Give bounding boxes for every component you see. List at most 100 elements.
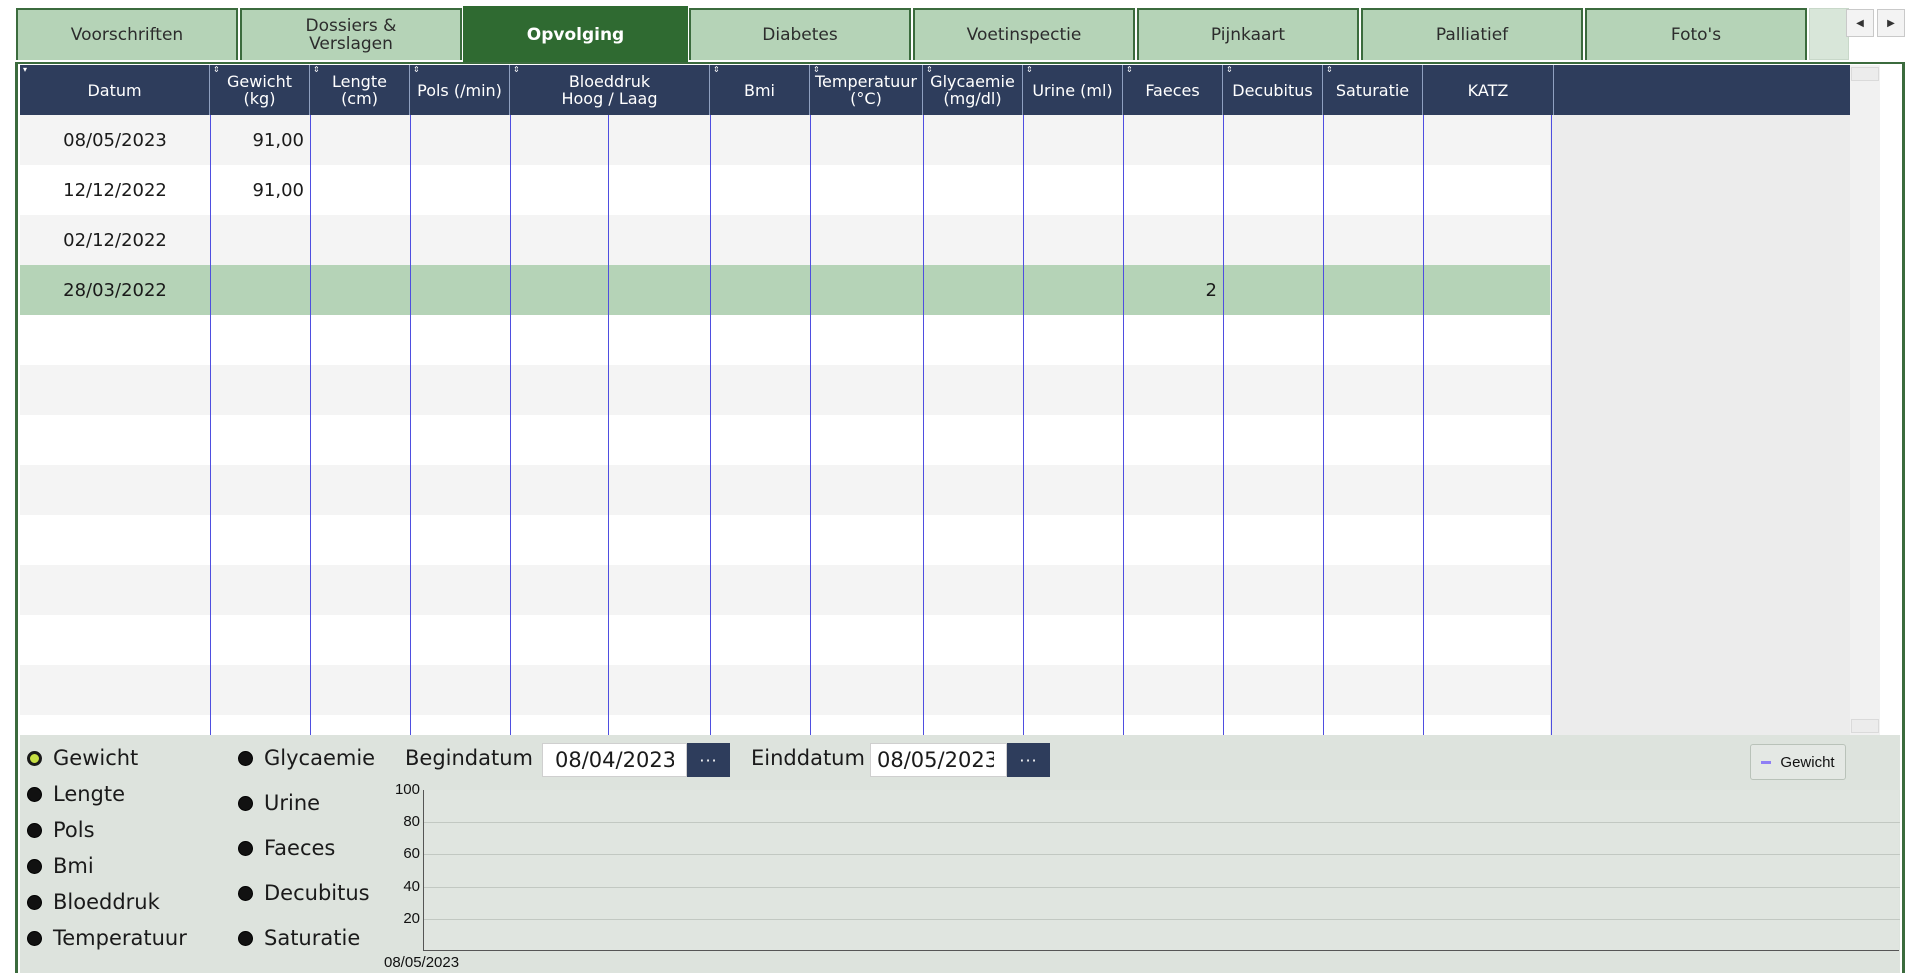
- tab-label: Voetinspectie: [966, 25, 1082, 45]
- einddatum-picker-button[interactable]: ···: [1007, 743, 1050, 777]
- column-divider: [1023, 115, 1024, 735]
- tab-label: Diabetes: [762, 25, 838, 45]
- begindatum-picker-button[interactable]: ···: [687, 743, 730, 777]
- column-divider: [1551, 115, 1552, 735]
- radio-label: Gewicht: [53, 746, 139, 770]
- table-row-empty[interactable]: [20, 365, 1550, 415]
- col-header-label: Temperatuur (°C): [815, 72, 917, 108]
- table-row-empty[interactable]: [20, 465, 1550, 515]
- column-divider: [1323, 115, 1324, 735]
- col-header-urine[interactable]: ⇕ Urine (ml): [1023, 65, 1123, 115]
- radio-decubitus[interactable]: Decubitus: [238, 881, 370, 905]
- radio-icon: [27, 858, 42, 874]
- y-tick-label: 60: [403, 845, 420, 863]
- begindatum-input[interactable]: [542, 743, 687, 777]
- radio-label: Faeces: [264, 836, 336, 860]
- table-row-empty[interactable]: [20, 715, 1550, 735]
- col-header-decubitus[interactable]: ⇕ Decubitus: [1223, 65, 1323, 115]
- tab-scroll-left-button[interactable]: ◀: [1846, 9, 1874, 37]
- col-header-label: Bloeddruk Hoog / Laag: [561, 72, 658, 108]
- col-header-lengte[interactable]: ⇕ Lengte (cm): [310, 65, 410, 115]
- y-tick-label: 80: [403, 813, 420, 831]
- radio-label: Saturatie: [264, 926, 361, 950]
- col-header-datum[interactable]: ▾ Datum: [20, 65, 210, 115]
- scroll-down-button[interactable]: [1851, 719, 1879, 733]
- radio-icon: [238, 795, 253, 811]
- sort-icon: ⇕: [926, 65, 933, 74]
- radio-bmi[interactable]: Bmi: [27, 854, 94, 878]
- chart-legend[interactable]: Gewicht: [1750, 744, 1846, 780]
- col-header-katz[interactable]: KATZ: [1423, 65, 1554, 115]
- col-header-label: KATZ: [1467, 80, 1509, 100]
- cell-faeces: 2: [1205, 279, 1217, 301]
- sort-icon: ⇕: [413, 65, 420, 74]
- tab-opvolging[interactable]: Opvolging: [463, 6, 688, 62]
- radio-glycaemie[interactable]: Glycaemie: [238, 746, 375, 770]
- cell-faeces: [1123, 165, 1223, 215]
- radio-icon: [27, 930, 42, 946]
- column-divider: [1123, 115, 1124, 735]
- table-row-empty[interactable]: [20, 565, 1550, 615]
- table-row-empty[interactable]: [20, 415, 1550, 465]
- sort-icon: ▾: [23, 65, 28, 74]
- cell-faeces: [1123, 115, 1223, 165]
- legend-label: Gewicht: [1780, 753, 1835, 771]
- radio-icon: [27, 786, 42, 802]
- col-header-faeces[interactable]: ⇕ Faeces: [1123, 65, 1223, 115]
- radio-bloeddruk[interactable]: Bloeddruk: [27, 890, 160, 914]
- col-header-saturatie[interactable]: ⇕ Saturatie: [1323, 65, 1423, 115]
- cell-gewicht: [210, 215, 310, 265]
- tab-voetinspectie[interactable]: Voetinspectie: [913, 8, 1135, 60]
- tab-diabetes[interactable]: Diabetes: [689, 8, 911, 60]
- chevron-right-icon: ▶: [1887, 17, 1895, 29]
- tab-palliatief[interactable]: Palliatief: [1361, 8, 1583, 60]
- tab-voorschriften[interactable]: Voorschriften: [16, 8, 238, 60]
- col-header-temperatuur[interactable]: ⇕ Temperatuur (°C): [810, 65, 923, 115]
- col-header-bmi[interactable]: ⇕ Bmi: [710, 65, 810, 115]
- x-tick-label: 08/05/2023: [384, 954, 460, 971]
- col-header-gewicht[interactable]: ⇕ Gewicht (kg): [210, 65, 310, 115]
- radio-urine[interactable]: Urine: [238, 791, 320, 815]
- table-row-empty[interactable]: [20, 615, 1550, 665]
- table-row[interactable]: 12/12/2022 91,00: [20, 165, 1550, 215]
- tab-fotos[interactable]: Foto's: [1585, 8, 1807, 60]
- tab-label: Palliatief: [1435, 25, 1509, 45]
- cell-gewicht: 91,00: [252, 179, 304, 201]
- tab-label: Voorschriften: [70, 25, 184, 45]
- table-row-empty[interactable]: [20, 515, 1550, 565]
- column-divider: [810, 115, 811, 735]
- radio-pols[interactable]: Pols: [27, 818, 95, 842]
- radio-saturatie[interactable]: Saturatie: [238, 926, 360, 950]
- table-row-empty[interactable]: [20, 315, 1550, 365]
- col-header-label: Saturatie: [1335, 80, 1410, 100]
- legend-swatch: [1761, 760, 1772, 764]
- tab-scroll-right-button[interactable]: ▶: [1877, 9, 1905, 37]
- col-header-label: Bmi: [743, 80, 775, 100]
- grid-vertical-scrollbar[interactable]: [1850, 65, 1880, 735]
- radio-icon: [27, 822, 42, 838]
- tab-overflow[interactable]: [1809, 8, 1849, 60]
- table-row-empty[interactable]: [20, 665, 1550, 715]
- table-row-selected[interactable]: 28/03/2022 2: [20, 265, 1550, 315]
- sort-icon: ⇕: [713, 65, 720, 74]
- einddatum-input[interactable]: [870, 743, 1007, 777]
- tab-pijnkaart[interactable]: Pijnkaart: [1137, 8, 1359, 60]
- radio-gewicht[interactable]: Gewicht: [27, 746, 138, 770]
- col-header-pols[interactable]: ⇕ Pols (/min): [410, 65, 510, 115]
- table-row[interactable]: 08/05/2023 91,00: [20, 115, 1550, 165]
- tab-label: Opvolging: [526, 25, 625, 45]
- tab-dossiers-verslagen[interactable]: Dossiers & Verslagen: [240, 8, 462, 60]
- radio-lengte[interactable]: Lengte: [27, 782, 125, 806]
- radio-icon: [238, 885, 253, 901]
- table-row[interactable]: 02/12/2022: [20, 215, 1550, 265]
- col-header-glycaemie[interactable]: ⇕ Glycaemie (mg/dl): [923, 65, 1023, 115]
- y-tick-label: 40: [403, 877, 420, 895]
- col-header-bloeddruk[interactable]: ⇕ Bloeddruk Hoog / Laag: [510, 65, 710, 115]
- column-divider: [410, 115, 411, 735]
- col-header-label: Gewicht (kg): [227, 72, 292, 108]
- col-header-label: Glycaemie (mg/dl): [930, 72, 1015, 108]
- radio-temperatuur[interactable]: Temperatuur: [27, 926, 187, 950]
- radio-faeces[interactable]: Faeces: [238, 836, 335, 860]
- tab-label: Dossiers & Verslagen: [305, 16, 397, 54]
- scroll-up-button[interactable]: [1851, 67, 1879, 81]
